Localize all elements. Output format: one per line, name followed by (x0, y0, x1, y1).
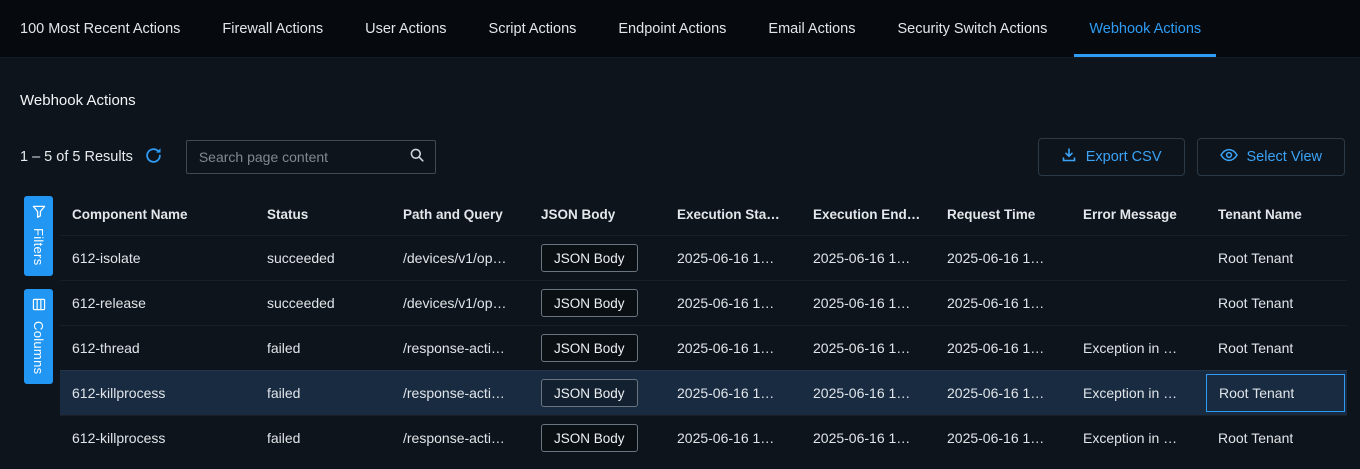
cell-json-body: JSON Body (529, 236, 665, 280)
tab-bar: 100 Most Recent Actions Firewall Actions… (0, 0, 1360, 58)
cell-status: failed (255, 416, 391, 460)
cell-component-name: 612-killprocess (60, 371, 255, 415)
table-row[interactable]: 612-thread failed /response-acti… JSON B… (60, 325, 1347, 370)
content-area: Filters Columns Component Name Status Pa… (0, 193, 1360, 460)
results-count: 1 – 5 of 5 Results (20, 149, 133, 165)
filters-button[interactable]: Filters (24, 196, 53, 276)
cell-request-time: 2025-06-16 1… (935, 416, 1071, 460)
cell-tenant-name: Root Tenant (1206, 236, 1347, 280)
cell-execution-start: 2025-06-16 1… (665, 416, 801, 460)
cell-path-and-query: /devices/v1/op… (391, 281, 529, 325)
column-header-execution-end[interactable]: Execution End… (801, 193, 935, 235)
download-icon (1061, 147, 1077, 167)
page-title: Webhook Actions (20, 92, 1360, 110)
tab-endpoint-actions[interactable]: Endpoint Actions (597, 0, 747, 57)
cell-execution-start: 2025-06-16 1… (665, 371, 801, 415)
cell-status: failed (255, 326, 391, 370)
cell-request-time: 2025-06-16 1… (935, 371, 1071, 415)
table-row[interactable]: 612-isolate succeeded /devices/v1/op… JS… (60, 235, 1347, 280)
cell-execution-end: 2025-06-16 1… (801, 326, 935, 370)
tab-email-actions[interactable]: Email Actions (747, 0, 876, 57)
cell-execution-start: 2025-06-16 1… (665, 326, 801, 370)
columns-button[interactable]: Columns (24, 289, 53, 384)
tab-script-actions[interactable]: Script Actions (468, 0, 598, 57)
cell-execution-end: 2025-06-16 1… (801, 236, 935, 280)
cell-execution-start: 2025-06-16 1… (665, 281, 801, 325)
json-body-button[interactable]: JSON Body (541, 334, 638, 362)
table-row-selected[interactable]: 612-killprocess failed /response-acti… J… (60, 370, 1347, 415)
cell-component-name: 612-release (60, 281, 255, 325)
column-header-execution-start[interactable]: Execution Sta… (665, 193, 801, 235)
tab-firewall-actions[interactable]: Firewall Actions (201, 0, 344, 57)
cell-json-body: JSON Body (529, 281, 665, 325)
cell-component-name: 612-isolate (60, 236, 255, 280)
json-body-button[interactable]: JSON Body (541, 244, 638, 272)
columns-icon (32, 298, 46, 314)
json-body-button[interactable]: JSON Body (541, 379, 638, 407)
cell-error-message (1071, 281, 1206, 325)
cell-execution-end: 2025-06-16 1… (801, 371, 935, 415)
column-header-error-message[interactable]: Error Message (1071, 193, 1206, 235)
column-header-component-name[interactable]: Component Name (60, 193, 255, 235)
cell-error-message: Exception in … (1071, 326, 1206, 370)
select-view-button[interactable]: Select View (1197, 138, 1346, 176)
cell-request-time: 2025-06-16 1… (935, 236, 1071, 280)
tab-webhook-actions[interactable]: Webhook Actions (1068, 0, 1222, 57)
search-input[interactable] (199, 149, 409, 165)
cell-error-message: Exception in … (1071, 416, 1206, 460)
cell-status: failed (255, 371, 391, 415)
cell-path-and-query: /response-acti… (391, 371, 529, 415)
cell-error-message (1071, 236, 1206, 280)
eye-icon (1220, 148, 1238, 166)
table-row[interactable]: 612-killprocess failed /response-acti… J… (60, 415, 1347, 460)
json-body-button[interactable]: JSON Body (541, 424, 638, 452)
toolbar: 1 – 5 of 5 Results Export CSV (20, 138, 1345, 176)
column-header-path-and-query[interactable]: Path and Query (391, 193, 529, 235)
select-view-label: Select View (1247, 149, 1323, 165)
tab-user-actions[interactable]: User Actions (344, 0, 467, 57)
cell-status: succeeded (255, 236, 391, 280)
search-box (186, 140, 436, 174)
cell-request-time: 2025-06-16 1… (935, 326, 1071, 370)
json-body-button[interactable]: JSON Body (541, 289, 638, 317)
column-header-tenant-name[interactable]: Tenant Name (1206, 193, 1347, 235)
table-row[interactable]: 612-release succeeded /devices/v1/op… JS… (60, 280, 1347, 325)
filters-label: Filters (31, 228, 46, 266)
cell-tenant-name: Root Tenant (1206, 416, 1347, 460)
cell-json-body: JSON Body (529, 326, 665, 370)
table-header-row: Component Name Status Path and Query JSO… (60, 193, 1347, 235)
cell-execution-end: 2025-06-16 1… (801, 416, 935, 460)
cell-json-body: JSON Body (529, 371, 665, 415)
cell-error-message: Exception in … (1071, 371, 1206, 415)
tab-security-switch-actions[interactable]: Security Switch Actions (876, 0, 1068, 57)
cell-path-and-query: /devices/v1/op… (391, 236, 529, 280)
cell-path-and-query: /response-acti… (391, 416, 529, 460)
column-header-status[interactable]: Status (255, 193, 391, 235)
cell-tenant-name: Root Tenant (1206, 326, 1347, 370)
search-icon[interactable] (409, 147, 425, 168)
column-header-request-time[interactable]: Request Time (935, 193, 1071, 235)
column-header-json-body[interactable]: JSON Body (529, 193, 665, 235)
cell-execution-end: 2025-06-16 1… (801, 281, 935, 325)
tab-most-recent-actions[interactable]: 100 Most Recent Actions (20, 0, 201, 57)
cell-status: succeeded (255, 281, 391, 325)
cell-tenant-name-focused[interactable]: Root Tenant (1206, 374, 1345, 412)
export-csv-label: Export CSV (1086, 149, 1162, 165)
cell-request-time: 2025-06-16 1… (935, 281, 1071, 325)
cell-tenant-name: Root Tenant (1206, 281, 1347, 325)
cell-component-name: 612-thread (60, 326, 255, 370)
cell-json-body: JSON Body (529, 416, 665, 460)
cell-path-and-query: /response-acti… (391, 326, 529, 370)
columns-label: Columns (31, 321, 46, 374)
side-buttons: Filters Columns (0, 193, 60, 460)
refresh-icon (145, 147, 162, 167)
cell-execution-start: 2025-06-16 1… (665, 236, 801, 280)
cell-component-name: 612-killprocess (60, 416, 255, 460)
actions-table: Component Name Status Path and Query JSO… (60, 193, 1347, 460)
funnel-icon (32, 205, 46, 221)
export-csv-button[interactable]: Export CSV (1038, 138, 1185, 176)
refresh-button[interactable] (143, 145, 164, 169)
